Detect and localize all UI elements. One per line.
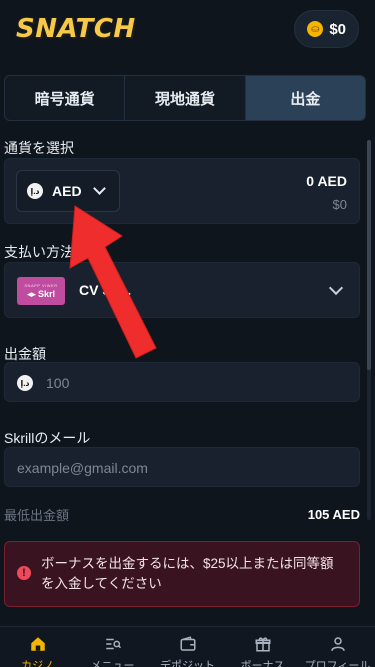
withdraw-amount-input[interactable]: د.إ 100 bbox=[4, 362, 360, 402]
nav-profile-label: プロフィール bbox=[304, 660, 371, 667]
tab-crypto[interactable]: 暗号通貨 bbox=[5, 76, 126, 120]
tab-withdraw[interactable]: 出金 bbox=[245, 76, 365, 120]
currency-label: 通貨を選択 bbox=[4, 140, 74, 156]
bonus-alert-text: ボーナスを出金するには、$25以上または同等額を入金してください bbox=[41, 556, 334, 591]
scrollbar-thumb[interactable] bbox=[367, 140, 371, 370]
top-bar: SNATCH ⛀ $0 bbox=[0, 0, 375, 58]
email-label: Skrillのメール bbox=[4, 430, 91, 446]
tab-local-currency[interactable]: 現地通貨 bbox=[125, 76, 246, 120]
menu-search-icon bbox=[105, 638, 121, 650]
bottom-nav: カジノ メニュー デポジット ボーナス プロフィール bbox=[0, 626, 375, 667]
withdraw-amount-placeholder: 100 bbox=[46, 375, 70, 391]
nav-casino[interactable]: カジノ bbox=[3, 635, 73, 667]
skrill-logo-small-text: SNAPP VIWER bbox=[24, 282, 58, 288]
coin-icon: ⛀ bbox=[307, 21, 324, 37]
snatch-logo[interactable]: SNATCH bbox=[16, 14, 136, 44]
payment-method-dropdown[interactable]: SNAPP VIWER ◂▸ Skrl CV Sk... bbox=[4, 262, 360, 318]
nav-deposit-label: デポジット bbox=[160, 660, 215, 667]
withdraw-amount-label: 出金額 bbox=[4, 346, 46, 362]
min-withdraw-row: 最低出金額 105 AED bbox=[4, 505, 360, 523]
user-icon bbox=[330, 637, 345, 651]
currency-usd-amount: $0 bbox=[332, 197, 347, 212]
balance-amount: $0 bbox=[329, 20, 346, 38]
skrill-logo-brand-text: Skrl bbox=[38, 289, 56, 299]
wallet-icon bbox=[180, 636, 195, 651]
currency-dropdown[interactable]: د.إ AED bbox=[16, 170, 120, 212]
currency-amount: 0 AED bbox=[306, 173, 347, 189]
nav-bonus[interactable]: ボーナス bbox=[228, 635, 298, 667]
currency-card: د.إ AED 0 AED $0 bbox=[4, 158, 360, 224]
chevron-down-icon bbox=[92, 182, 106, 195]
payment-method-label: 支払い方法 bbox=[4, 244, 74, 260]
gift-icon bbox=[255, 637, 270, 652]
swap-arrows-icon: ◂▸ bbox=[26, 288, 37, 299]
balance-button[interactable]: ⛀ $0 bbox=[294, 10, 359, 48]
nav-bonus-label: ボーナス bbox=[240, 660, 285, 667]
currency-code: AED bbox=[52, 183, 82, 199]
min-withdraw-value: 105 AED bbox=[307, 506, 360, 522]
min-withdraw-label: 最低出金額 bbox=[4, 507, 70, 523]
exclamation-icon: ! bbox=[17, 566, 31, 580]
nav-casino-label: カジノ bbox=[21, 660, 54, 667]
skrill-logo: SNAPP VIWER ◂▸ Skrl bbox=[17, 277, 65, 305]
wallet-tabs: 暗号通貨 現地通貨 出金 bbox=[4, 75, 366, 121]
dirham-icon: د.إ bbox=[17, 375, 33, 391]
nav-deposit[interactable]: デポジット bbox=[153, 635, 223, 667]
home-icon bbox=[30, 637, 45, 651]
bonus-alert: ! ボーナスを出金するには、$25以上または同等額を入金してください bbox=[4, 541, 360, 607]
chevron-down-icon bbox=[328, 280, 344, 296]
nav-menu-label: メニュー bbox=[90, 660, 135, 667]
nav-menu[interactable]: メニュー bbox=[78, 635, 148, 667]
skrill-logo-brand: ◂▸ Skrl bbox=[27, 289, 55, 300]
payment-method-name: CV Sk... bbox=[79, 282, 132, 298]
dirham-icon: د.إ bbox=[27, 183, 43, 199]
nav-profile[interactable]: プロフィール bbox=[303, 635, 373, 667]
email-input[interactable]: example@gmail.com bbox=[4, 447, 360, 487]
email-placeholder: example@gmail.com bbox=[17, 460, 148, 476]
